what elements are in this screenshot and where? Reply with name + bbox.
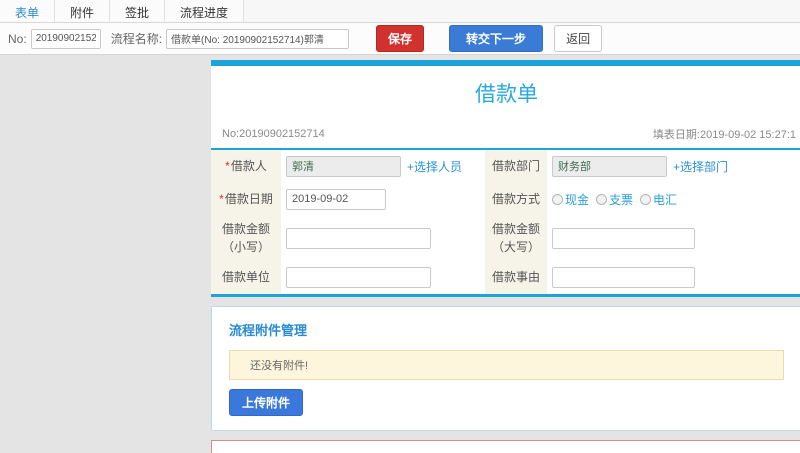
save-button[interactable]: 保存 [376,25,425,52]
loan-reason-input[interactable] [552,266,695,288]
approval-panel: 流程签批意见 B I abc [211,440,800,453]
loan-date-label: *借款日期 [211,182,281,216]
loan-method-label: 借款方式 [485,182,547,216]
select-person-link[interactable]: +选择人员 [407,158,462,175]
no-input[interactable] [30,28,101,49]
loan-reason-label: 借款事由 [485,260,547,294]
loan-unit-label: 借款单位 [211,260,281,294]
tab-attachments[interactable]: 附件 [55,0,111,22]
radio-circle-icon [640,193,652,205]
amount-upper-input[interactable] [552,227,695,249]
borrower-field-cell: +选择人员 [281,150,485,182]
select-department-link[interactable]: +选择部门 [673,158,728,175]
form-no-text: No:20190902152714 [222,128,325,140]
loan-unit-input[interactable] [286,266,431,288]
loan-reason-field-cell [547,260,800,294]
action-toolbar: No: 流程名称: 保存 转交下一步 返回 [0,23,800,55]
radio-circle-icon [596,193,608,205]
amount-upper-field-cell [547,216,800,260]
form-title: 借款单 [475,83,538,106]
no-label: No: [8,31,27,46]
department-field-cell: +选择部门 [547,150,800,182]
upload-attachment-button[interactable]: 上传附件 [229,389,304,416]
loan-form-panel: 借款单 No:20190902152714 填表日期:2019-09-02 15… [211,60,800,297]
tab-approval[interactable]: 签批 [110,0,166,22]
loan-date-input[interactable] [286,188,386,210]
loan-method-radio-group: 现金 支票 电汇 [552,191,677,208]
amount-lower-label: 借款金额（小写） [211,216,281,260]
attachments-panel: 流程附件管理 还没有附件! 上传附件 [211,306,800,431]
back-button[interactable]: 返回 [554,25,603,52]
department-label: 借款部门 [485,150,547,182]
radio-option-cash[interactable]: 现金 [552,191,589,208]
amount-lower-field-cell [281,216,485,260]
no-attachments-message: 还没有附件! [229,350,784,380]
process-name-label: 流程名称: [110,32,163,46]
page-content: 借款单 No:20190902152714 填表日期:2019-09-02 15… [0,55,800,453]
borrower-label: *借款人 [211,150,281,182]
required-mark: * [219,192,224,206]
loan-form-table: *借款人 +选择人员 借款部门 +选择部门 *借款日期 [211,150,800,297]
loan-date-field-cell [281,182,485,216]
loan-method-field-cell: 现金 支票 电汇 [547,182,800,216]
radio-option-cheque[interactable]: 支票 [596,191,633,208]
tab-form[interactable]: 表单 [0,0,56,22]
amount-lower-input[interactable] [286,227,431,249]
department-input[interactable] [552,155,667,177]
borrower-input[interactable] [286,155,401,177]
amount-upper-label: 借款金额（大写） [485,216,547,260]
forward-next-step-button[interactable]: 转交下一步 [449,25,544,52]
form-meta-row: No:20190902152714 填表日期:2019-09-02 15:27:… [211,121,800,150]
required-mark: * [225,159,230,173]
form-date-text: 填表日期:2019-09-02 15:27:1 [652,129,796,141]
process-name-input[interactable] [166,28,350,49]
radio-option-wire[interactable]: 电汇 [640,191,677,208]
tab-bar: 表单 附件 签批 流程进度 [0,0,800,23]
loan-unit-field-cell [281,260,485,294]
tab-progress[interactable]: 流程进度 [165,0,245,22]
attachments-title: 流程附件管理 [229,323,308,338]
radio-circle-icon [552,193,563,205]
